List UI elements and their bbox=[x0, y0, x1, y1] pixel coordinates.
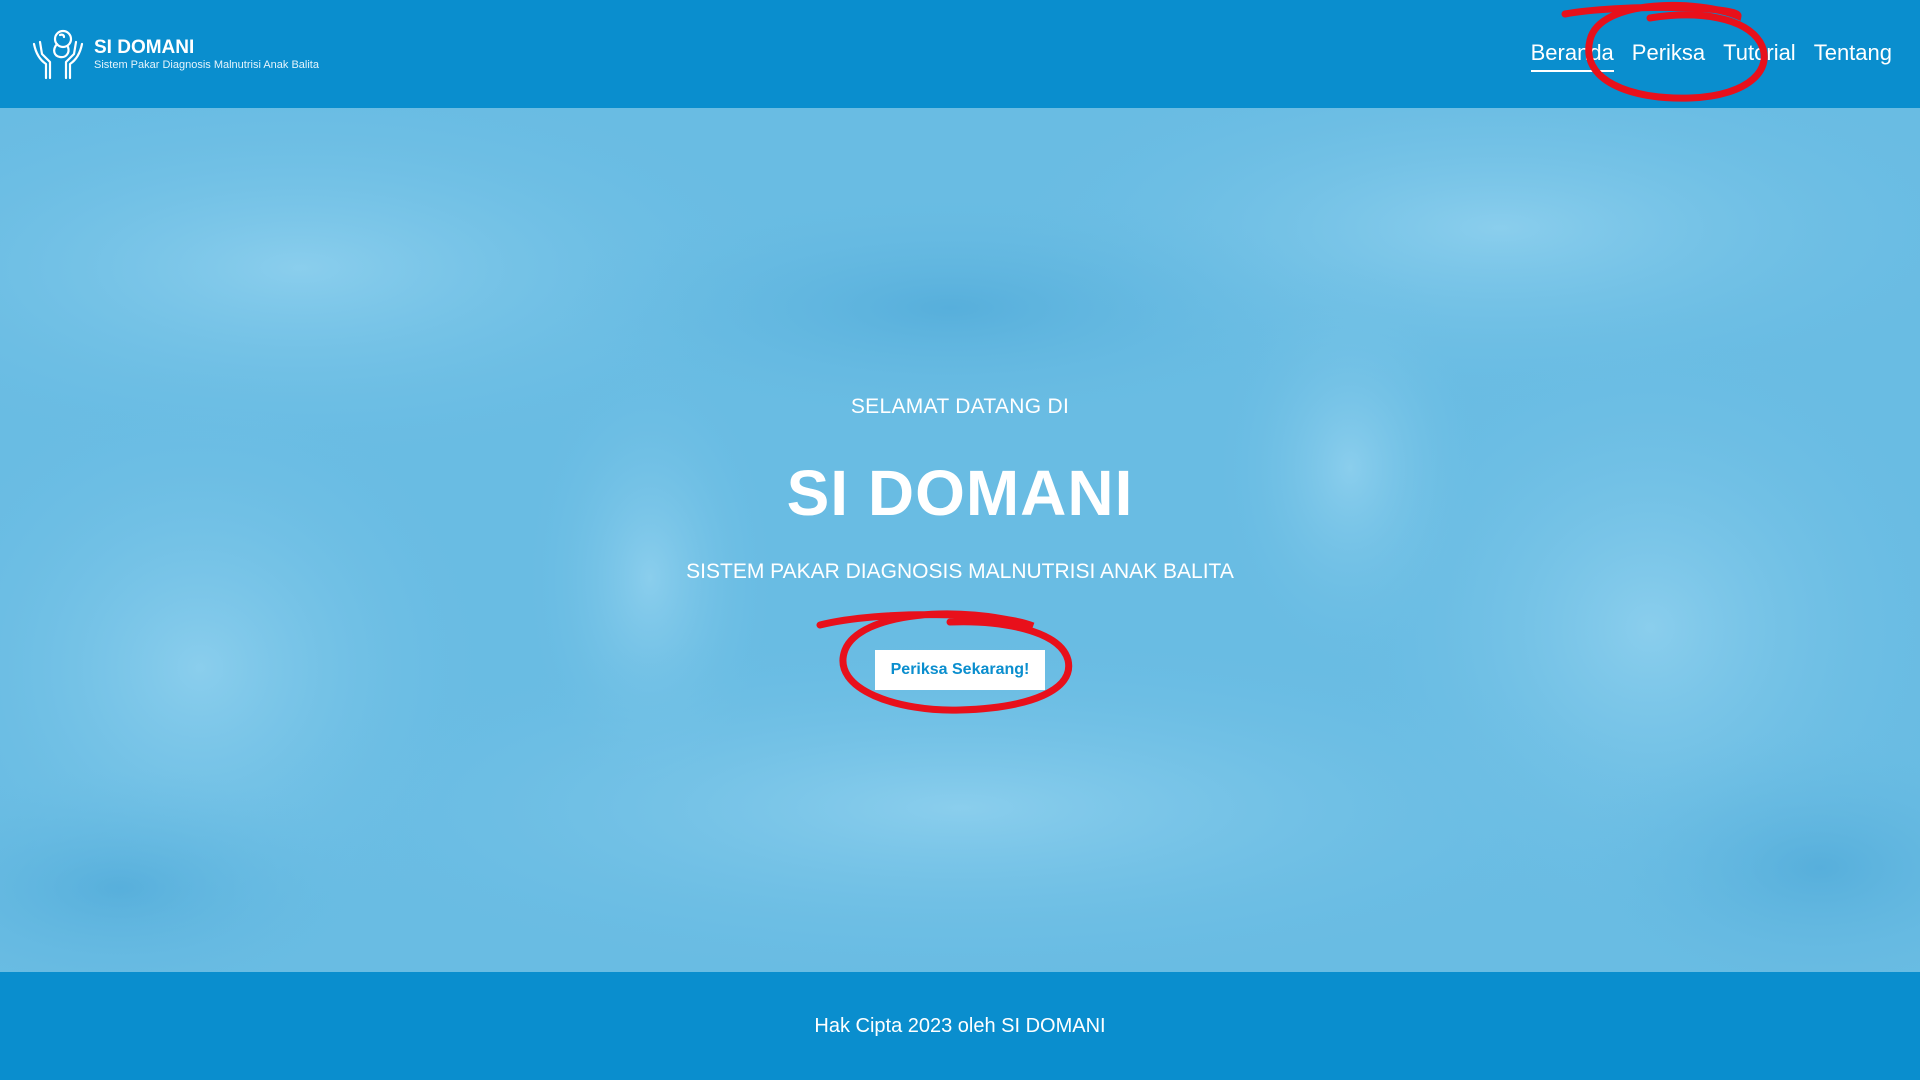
site-footer: Hak Cipta 2023 oleh SI DOMANI bbox=[0, 972, 1920, 1080]
footer-copyright: Hak Cipta 2023 oleh SI DOMANI bbox=[814, 1014, 1106, 1037]
site-header: SI DOMANI Sistem Pakar Diagnosis Malnutr… bbox=[0, 0, 1920, 108]
nav-tutorial[interactable]: Tutorial bbox=[1723, 38, 1796, 72]
brand[interactable]: SI DOMANI Sistem Pakar Diagnosis Malnutr… bbox=[30, 25, 319, 83]
hero-section: SELAMAT DATANG DI SI DOMANI SISTEM PAKAR… bbox=[0, 108, 1920, 972]
nav-tentang[interactable]: Tentang bbox=[1814, 38, 1892, 72]
main-nav: Beranda Periksa Tutorial Tentang bbox=[1530, 38, 1892, 72]
hero-content: SELAMAT DATANG DI SI DOMANI SISTEM PAKAR… bbox=[0, 108, 1920, 972]
hero-subtitle: SISTEM PAKAR DIAGNOSIS MALNUTRISI ANAK B… bbox=[686, 560, 1234, 583]
nav-beranda[interactable]: Beranda bbox=[1530, 38, 1614, 72]
hero-welcome-text: SELAMAT DATANG DI bbox=[850, 395, 1070, 418]
brand-subtitle: Sistem Pakar Diagnosis Malnutrisi Anak B… bbox=[94, 58, 319, 71]
nav-periksa[interactable]: Periksa bbox=[1632, 38, 1705, 72]
brand-text: SI DOMANI Sistem Pakar Diagnosis Malnutr… bbox=[94, 37, 319, 72]
periksa-sekarang-button[interactable]: Periksa Sekarang! bbox=[875, 650, 1045, 690]
hands-holding-baby-icon bbox=[32, 29, 84, 80]
hero-title: SI DOMANI bbox=[786, 457, 1134, 529]
brand-title: SI DOMANI bbox=[94, 36, 195, 58]
